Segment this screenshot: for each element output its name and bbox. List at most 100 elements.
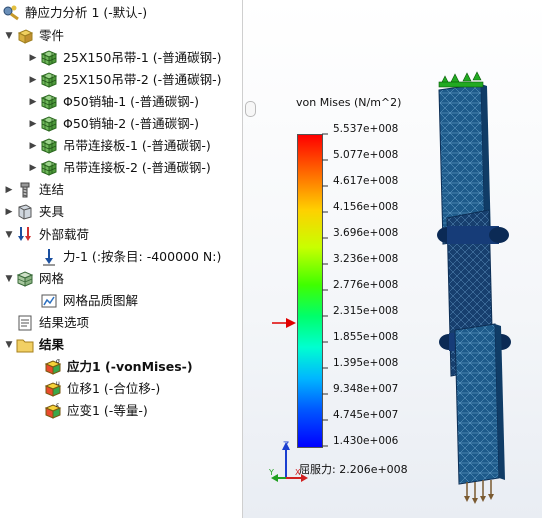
external-loads-icon	[16, 226, 34, 244]
yield-strength-label: 屈服力: 2.206e+008	[299, 463, 408, 476]
tree-item-part[interactable]: ▶ 25X150吊带-1 (-普通碳钢-)	[26, 47, 222, 69]
tree-item-label: 网格品质图解	[63, 293, 139, 308]
meshed-part-icon	[40, 159, 58, 177]
meshed-part-icon	[40, 137, 58, 155]
expand-arrow-icon[interactable]: ▶	[2, 179, 16, 201]
tree-item-external-loads[interactable]: ▼ 外部载荷	[2, 224, 89, 246]
expand-arrow-icon[interactable]: ▶	[26, 47, 40, 69]
parts-folder-icon	[16, 27, 34, 45]
tree-item-label: 力-1 (:按条目: -400000 N:)	[63, 249, 222, 264]
meshed-part-icon	[40, 93, 58, 111]
yield-marker-arrow-icon	[272, 318, 296, 328]
tree-item-mesh-quality[interactable]: 网格品质图解	[40, 290, 138, 312]
legend-tick: 2.315e+008	[333, 305, 399, 317]
legend-tick: 5.537e+008	[333, 123, 399, 135]
tree-item-label: 位移1 (-合位移-)	[67, 381, 161, 396]
svg-text:ε: ε	[56, 402, 59, 409]
strain-plot-icon: ε	[44, 402, 62, 420]
tree-item-label: 应力1 (-vonMises-)	[67, 359, 193, 374]
tree-item-fixtures[interactable]: ▶ 夹具	[2, 201, 64, 223]
meshed-part-icon	[40, 49, 58, 67]
legend-tick: 4.745e+007	[333, 409, 399, 421]
force-arrow-icon	[40, 248, 58, 266]
tree-item-label: 结果	[39, 337, 65, 352]
triad-z-label: Z	[283, 441, 289, 451]
tree-item-strain[interactable]: ε 应变1 (-等量-)	[44, 400, 148, 422]
collapse-arrow-icon[interactable]: ▼	[2, 224, 16, 246]
legend-tick: 1.855e+008	[333, 331, 399, 343]
tree-item-part[interactable]: ▶ 25X150吊带-2 (-普通碳钢-)	[26, 69, 222, 91]
fea-model-view[interactable]	[425, 68, 535, 508]
legend-title: von Mises (N/m^2)	[296, 96, 402, 109]
expand-arrow-icon[interactable]: ▶	[26, 157, 40, 179]
bolt-connector-icon	[16, 181, 34, 199]
tree-item-label: 应变1 (-等量-)	[67, 403, 148, 418]
pin-1	[437, 226, 509, 244]
triad-y-label: Y	[268, 468, 274, 477]
legend-tick: 5.077e+008	[333, 149, 399, 161]
tree-item-part[interactable]: ▶ 吊带连接板-2 (-普通碳钢-)	[26, 157, 211, 179]
tree-item-label: 25X150吊带-2 (-普通碳钢-)	[63, 72, 222, 87]
plot-icon	[40, 292, 58, 310]
expand-arrow-icon[interactable]: ▶	[26, 135, 40, 157]
panel-splitter-handle[interactable]	[245, 101, 256, 117]
tree-item-stress[interactable]: σ 应力1 (-vonMises-)	[44, 356, 193, 378]
meshed-part-icon	[40, 115, 58, 133]
legend-tick: 3.236e+008	[333, 253, 399, 265]
tree-item-label: 结果选项	[39, 315, 90, 330]
stress-plot-icon: σ	[44, 358, 62, 376]
tree-item-displacement[interactable]: u 位移1 (-合位移-)	[44, 378, 160, 400]
tree-item-part[interactable]: ▶ 吊带连接板-1 (-普通碳钢-)	[26, 135, 211, 157]
tree-item-label: 25X150吊带-1 (-普通碳钢-)	[63, 50, 222, 65]
tree-item-force[interactable]: 力-1 (:按条目: -400000 N:)	[40, 246, 221, 268]
meshed-part-icon	[40, 71, 58, 89]
tree-item-result-options[interactable]: 结果选项	[16, 312, 89, 334]
legend-tick: 1.395e+008	[333, 357, 399, 369]
tree-item-mesh[interactable]: ▼ 网格	[2, 268, 64, 290]
collapse-arrow-icon[interactable]: ▼	[2, 25, 16, 47]
load-arrows-icon	[466, 480, 492, 500]
expand-arrow-icon[interactable]: ▶	[26, 69, 40, 91]
tree-item-label: 零件	[39, 28, 65, 43]
results-folder-icon	[16, 336, 34, 354]
tree-item-label: 网格	[39, 271, 65, 286]
tree-item-label: 静应力分析 1 (-默认-)	[25, 5, 148, 20]
collapse-arrow-icon[interactable]: ▼	[2, 268, 16, 290]
fixture-icon	[16, 203, 34, 221]
expand-arrow-icon[interactable]: ▶	[2, 201, 16, 223]
legend-tick: 4.617e+008	[333, 175, 399, 187]
legend-tick: 4.156e+008	[333, 201, 399, 213]
tree-item-part[interactable]: ▶ Φ50销轴-1 (-普通碳钢-)	[26, 91, 199, 113]
static-study-icon	[2, 4, 20, 22]
tree-item-part[interactable]: ▶ Φ50销轴-2 (-普通碳钢-)	[26, 113, 199, 135]
tree-item-label: Φ50销轴-2 (-普通碳钢-)	[63, 116, 199, 131]
legend-tick: 2.776e+008	[333, 279, 399, 291]
tree-item-label: 吊带连接板-1 (-普通碳钢-)	[63, 138, 211, 153]
fixture-marker-icon	[438, 71, 484, 88]
displacement-plot-icon: u	[44, 380, 62, 398]
tree-item-label: 外部载荷	[39, 227, 90, 242]
tree-item-connections[interactable]: ▶ 连结	[2, 179, 64, 201]
collapse-arrow-icon[interactable]: ▼	[2, 334, 16, 356]
lower-strap	[454, 323, 500, 485]
tree-item-label: 连结	[39, 182, 65, 197]
tree-item-results[interactable]: ▼ 结果	[2, 334, 64, 356]
tree-item-study[interactable]: 静应力分析 1 (-默认-)	[2, 2, 147, 24]
legend-tick-marks	[322, 133, 328, 447]
svg-text:σ: σ	[56, 358, 60, 365]
result-options-icon	[16, 314, 34, 332]
tree-item-label: 吊带连接板-2 (-普通碳钢-)	[63, 160, 211, 175]
coordinate-triad: Z Y X	[268, 441, 308, 482]
triad-x-label: X	[295, 468, 301, 477]
expand-arrow-icon[interactable]: ▶	[26, 91, 40, 113]
legend-tick: 3.696e+008	[333, 227, 399, 239]
tree-item-label: Φ50销轴-1 (-普通碳钢-)	[63, 94, 199, 109]
legend-tick: 1.430e+006	[333, 435, 399, 447]
legend-tick: 9.348e+007	[333, 383, 399, 395]
expand-arrow-icon[interactable]: ▶	[26, 113, 40, 135]
tree-item-parts[interactable]: ▼ 零件	[2, 25, 64, 47]
mesh-icon	[16, 270, 34, 288]
tree-item-label: 夹具	[39, 204, 65, 219]
study-tree-panel: 静应力分析 1 (-默认-) ▼ 零件 ▶ 25X150吊带-1 (-普通碳钢-…	[0, 0, 243, 518]
svg-text:u: u	[56, 380, 60, 387]
